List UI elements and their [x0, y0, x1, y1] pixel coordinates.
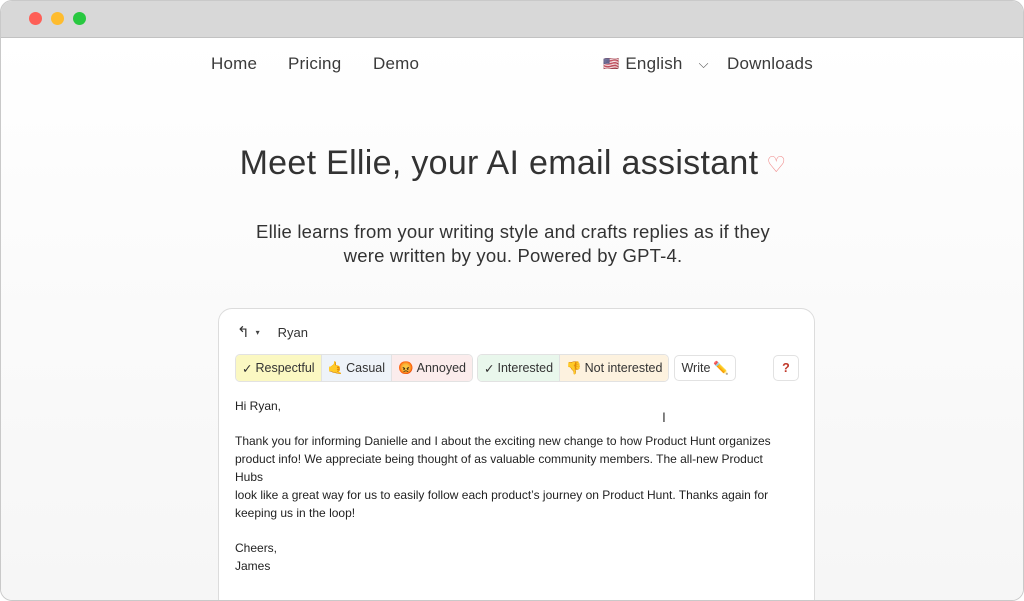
button-label: Write — [681, 361, 711, 375]
language-label: English — [625, 54, 683, 73]
write-button[interactable]: Write ✏️ — [674, 355, 736, 381]
casual-tone-button[interactable]: 🤙 Casual — [321, 355, 393, 381]
email-signature: James — [235, 559, 271, 573]
minimize-window-button[interactable] — [51, 12, 64, 25]
hero-title: Meet Ellie, your AI email assistant ♡ — [1, 144, 1023, 183]
text-cursor-icon: I — [662, 409, 666, 425]
heart-icon: ♡ — [766, 152, 787, 178]
pencil-icon: ✏️ — [713, 360, 729, 375]
email-body-editor[interactable]: Hi Ryan, Thank you for informing Daniell… — [235, 397, 780, 575]
close-window-button[interactable] — [29, 12, 42, 25]
call-me-hand-icon: 🤙 — [327, 360, 344, 375]
tone-toolbar: ✓ Respectful 🤙 Casual 😡 Annoyed ✓ Intere… — [235, 354, 799, 382]
caret-down-icon[interactable]: ▾ — [256, 328, 260, 337]
hero-subtitle: Ellie learns from your writing style and… — [213, 220, 813, 268]
help-button[interactable]: ? — [772, 355, 799, 381]
not-interested-button[interactable]: 👎 Not interested — [560, 355, 669, 381]
check-icon: ✓ — [483, 361, 495, 376]
nav-demo-link[interactable]: Demo — [373, 54, 419, 74]
recipient-name: Ryan — [277, 324, 308, 340]
chevron-down-icon: ⌵ — [698, 56, 709, 71]
nav-home-link[interactable]: Home — [211, 54, 257, 74]
title-bar — [1, 1, 1023, 38]
email-signoff: Cheers, — [235, 541, 278, 555]
hero-subtitle-line: were written by you. Powered by GPT-4. — [343, 245, 683, 266]
button-label: Interested — [497, 361, 554, 375]
nav-pricing-link[interactable]: Pricing — [288, 54, 341, 74]
email-paragraph-line: look like a great way for us to easily f… — [235, 488, 769, 502]
thumbs-down-icon: 👎 — [566, 360, 582, 375]
hero-subtitle-line: Ellie learns from your writing style and… — [256, 221, 770, 242]
browser-window: Home Pricing Demo 🇺🇸 English ⌵ Downloads… — [0, 0, 1024, 601]
email-paragraph-line: keeping us in the loop! — [235, 506, 356, 520]
reply-icon[interactable]: ↰ — [237, 323, 250, 341]
check-icon: ✓ — [242, 361, 253, 376]
nav-downloads-link[interactable]: Downloads — [727, 54, 813, 74]
button-label: Not interested — [584, 361, 663, 375]
tone-group: ✓ Respectful 🤙 Casual 😡 Annoyed — [235, 354, 473, 382]
intent-group: ✓ Interested 👎 Not interested — [476, 354, 670, 382]
button-label: Annoyed — [416, 361, 466, 375]
hero-title-text: Meet Ellie, your AI email assistant — [239, 144, 759, 182]
us-flag-icon: 🇺🇸 — [603, 56, 620, 71]
page: Home Pricing Demo 🇺🇸 English ⌵ Downloads… — [1, 38, 1023, 600]
maximize-window-button[interactable] — [73, 12, 86, 25]
annoyed-tone-button[interactable]: 😡 Annoyed — [392, 355, 472, 381]
email-greeting: Hi Ryan, — [235, 399, 282, 413]
interested-button[interactable]: ✓ Interested — [477, 355, 561, 381]
reply-header: ↰ ▾ Ryan — [237, 323, 308, 341]
email-paragraph-line: product info! We appreciate being though… — [235, 452, 763, 484]
email-composer: ↰ ▾ Ryan ✓ Respectful 🤙 Casual 😡 Annoyed… — [218, 308, 815, 600]
button-label: Casual — [346, 361, 386, 375]
email-paragraph-line: Thank you for informing Danielle and I a… — [235, 434, 771, 448]
respectful-tone-button[interactable]: ✓ Respectful — [236, 355, 322, 381]
language-selector[interactable]: 🇺🇸 English ⌵ — [603, 54, 709, 74]
button-label: Respectful — [255, 361, 315, 375]
angry-face-icon: 😡 — [398, 360, 414, 375]
